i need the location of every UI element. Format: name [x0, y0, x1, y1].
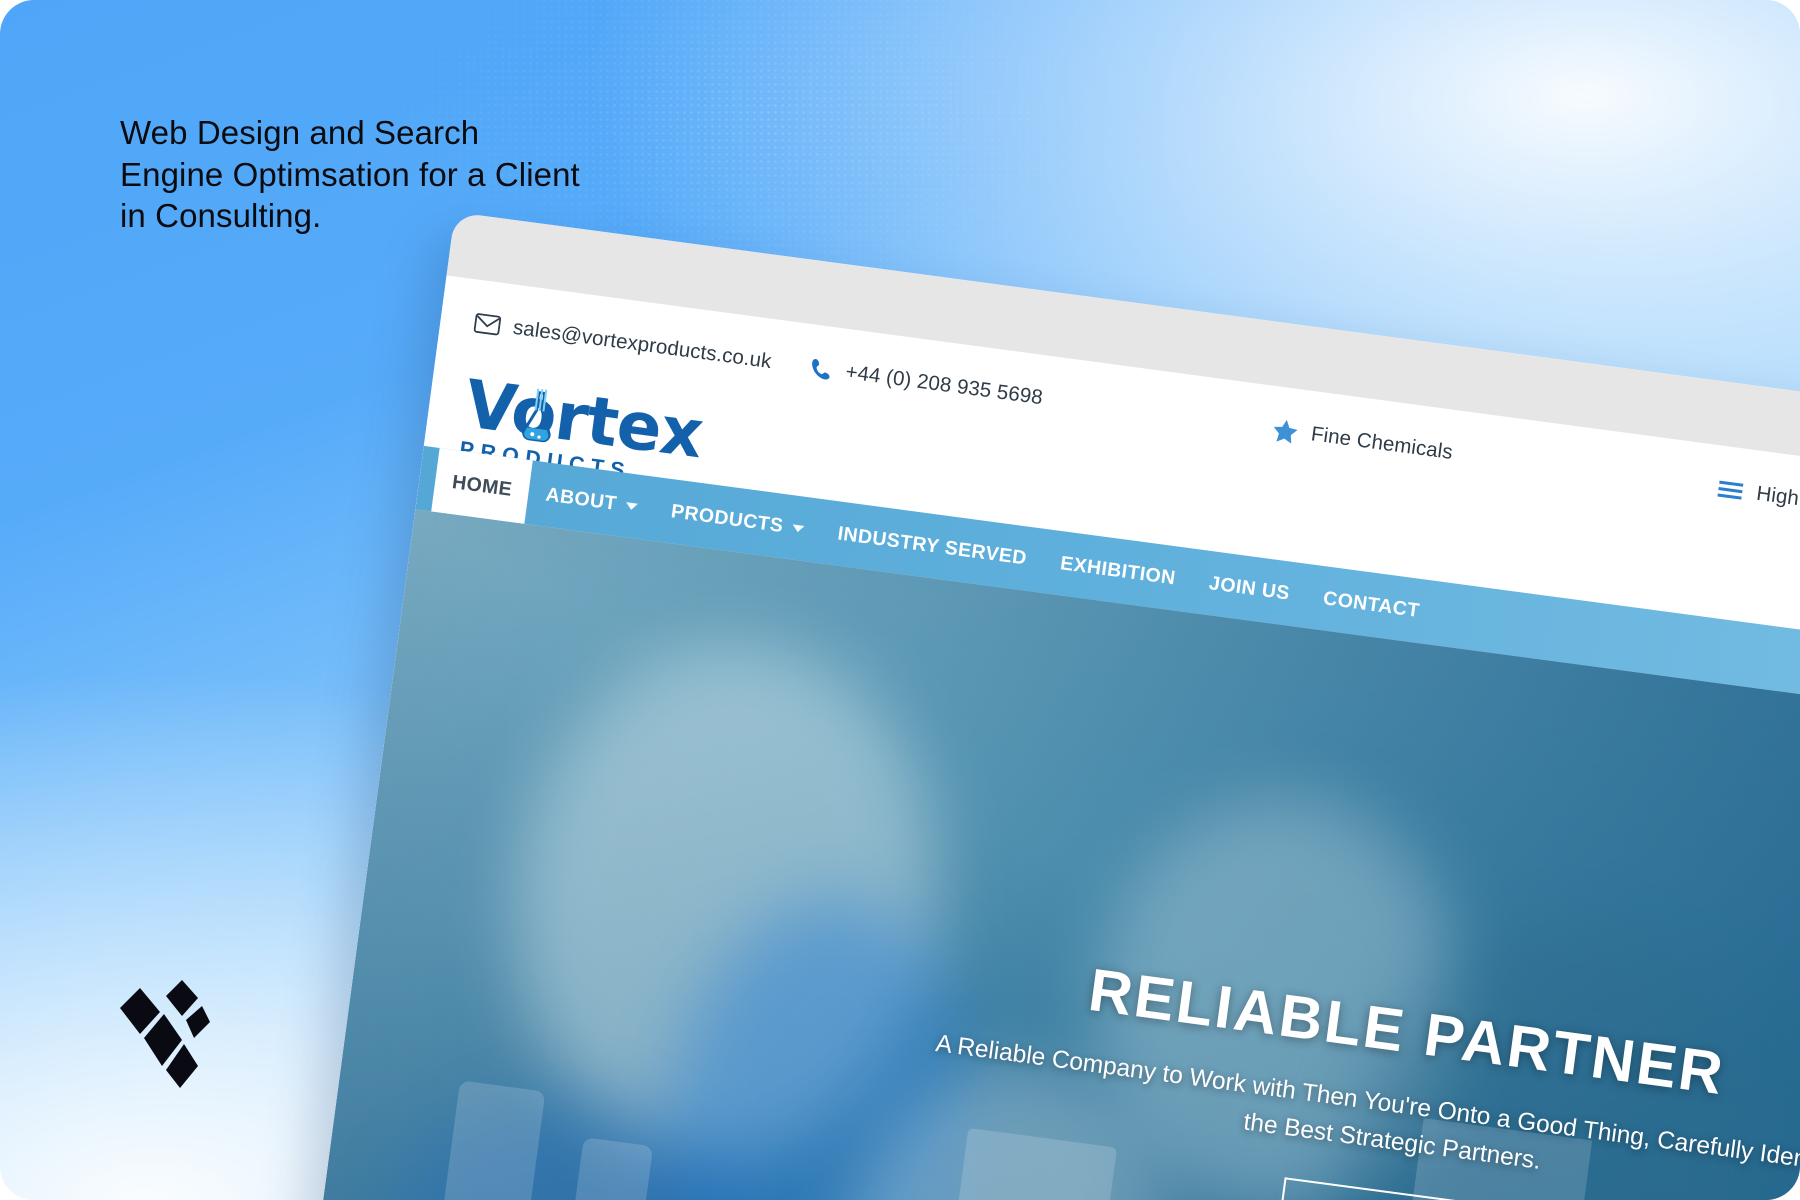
nav-label: EXHIBITION: [1059, 551, 1178, 589]
chevron-down-icon: [791, 523, 805, 533]
star-icon: [1271, 417, 1300, 445]
phone-text: +44 (0) 208 935 5698: [844, 360, 1045, 410]
fine-chemicals-link[interactable]: Fine Chemicals: [1271, 417, 1454, 466]
high-purity-solvents-link[interactable]: High Purity Solvents: [1716, 477, 1800, 531]
flask-icon: [514, 386, 562, 452]
poster-canvas: Web Design and Search Engine Optimsation…: [0, 0, 1800, 1200]
contact-us-button[interactable]: Contact Us: [1277, 1176, 1487, 1200]
email-contact[interactable]: sales@vortexproducts.co.uk: [473, 311, 773, 374]
hamburger-menu-icon[interactable]: [1717, 479, 1745, 502]
phone-icon: [810, 357, 835, 382]
nav-label: PRODUCTS: [669, 499, 785, 537]
nav-label: CONTACT: [1321, 586, 1422, 622]
envelope-icon: [473, 313, 502, 336]
page-title: Web Design and Search Engine Optimsation…: [120, 114, 580, 235]
chevron-down-icon: [625, 501, 638, 511]
email-text: sales@vortexproducts.co.uk: [511, 315, 773, 374]
nav-label: INDUSTRY SERVED: [836, 522, 1029, 570]
fine-chemicals-text: Fine Chemicals: [1309, 422, 1455, 464]
high-purity-solvents-text: High Purity Solvents: [1755, 481, 1800, 529]
nav-label: JOIN US: [1207, 571, 1292, 605]
nav-label: ABOUT: [544, 483, 619, 515]
w-diamond-logo: [118, 978, 210, 1088]
phone-contact[interactable]: +44 (0) 208 935 5698: [809, 356, 1044, 411]
nav-label: HOME: [450, 470, 514, 501]
browser-window: sales@vortexproducts.co.uk +44 (0) 208 9…: [302, 212, 1800, 1200]
